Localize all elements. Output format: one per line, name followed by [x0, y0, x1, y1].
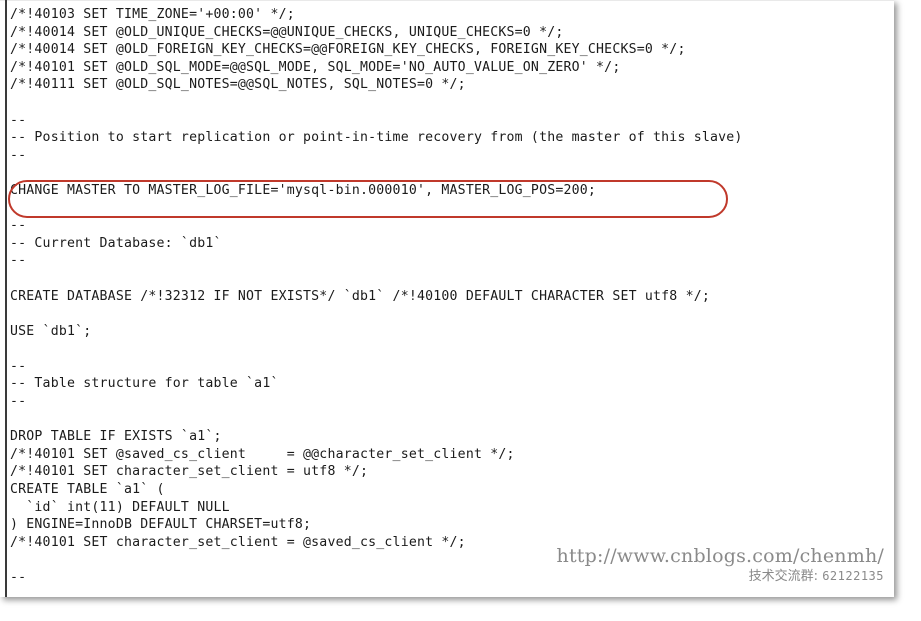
- code-line: /*!40101 SET character_set_client = utf8…: [10, 464, 369, 480]
- code-line: --: [10, 218, 27, 234]
- watermark-contact-number: 62122135: [822, 569, 884, 584]
- code-line: -- Position to start replication or poin…: [10, 130, 743, 146]
- code-line: DROP TABLE IF EXISTS `a1`;: [10, 429, 222, 445]
- code-line: --: [10, 394, 27, 410]
- code-line: -- Current Database: `db1`: [10, 235, 222, 251]
- code-line: --: [10, 112, 27, 128]
- watermark-contact: 技术交流群: 62122135: [557, 569, 884, 585]
- document-page: /*!40103 SET TIME_ZONE='+00:00' */; /*!40…: [0, 0, 894, 597]
- code-line: /*!40101 SET @OLD_SQL_MODE=@@SQL_MODE, S…: [10, 59, 621, 75]
- code-line: `id` int(11) DEFAULT NULL: [10, 499, 230, 515]
- code-line: CHANGE MASTER TO MASTER_LOG_FILE='mysql-…: [10, 182, 597, 198]
- code-line: /*!40014 SET @OLD_UNIQUE_CHECKS=@@UNIQUE…: [10, 24, 564, 40]
- left-gutter-rule: [5, 0, 7, 597]
- code-line: CREATE TABLE `a1` (: [10, 482, 165, 498]
- watermark: http://www.cnblogs.com/chenmh/ 技术交流群: 62…: [557, 545, 884, 585]
- code-line: /*!40014 SET @OLD_FOREIGN_KEY_CHECKS=@@F…: [10, 42, 686, 58]
- code-line: --: [10, 358, 27, 374]
- code-line: /*!40101 SET @saved_cs_client = @@charac…: [10, 446, 515, 462]
- code-line: /*!40103 SET TIME_ZONE='+00:00' */;: [10, 7, 295, 22]
- sql-dump-text[interactable]: /*!40103 SET TIME_ZONE='+00:00' */; /*!40…: [10, 6, 890, 587]
- code-line: -- Table structure for table `a1`: [10, 376, 279, 392]
- code-line: CREATE DATABASE /*!32312 IF NOT EXISTS*/…: [10, 288, 711, 304]
- watermark-contact-label: 技术交流群:: [748, 569, 819, 585]
- screenshot-root: /*!40103 SET TIME_ZONE='+00:00' */; /*!40…: [0, 0, 921, 621]
- code-line: ) ENGINE=InnoDB DEFAULT CHARSET=utf8;: [10, 517, 312, 533]
- code-line: USE `db1`;: [10, 323, 92, 339]
- code-line: --: [10, 253, 27, 269]
- watermark-url: http://www.cnblogs.com/chenmh/: [556, 544, 884, 567]
- code-line: /*!40111 SET @OLD_SQL_NOTES=@@SQL_NOTES,…: [10, 77, 466, 93]
- code-line: --: [10, 147, 27, 163]
- page-top-edge: [0, 0, 894, 1]
